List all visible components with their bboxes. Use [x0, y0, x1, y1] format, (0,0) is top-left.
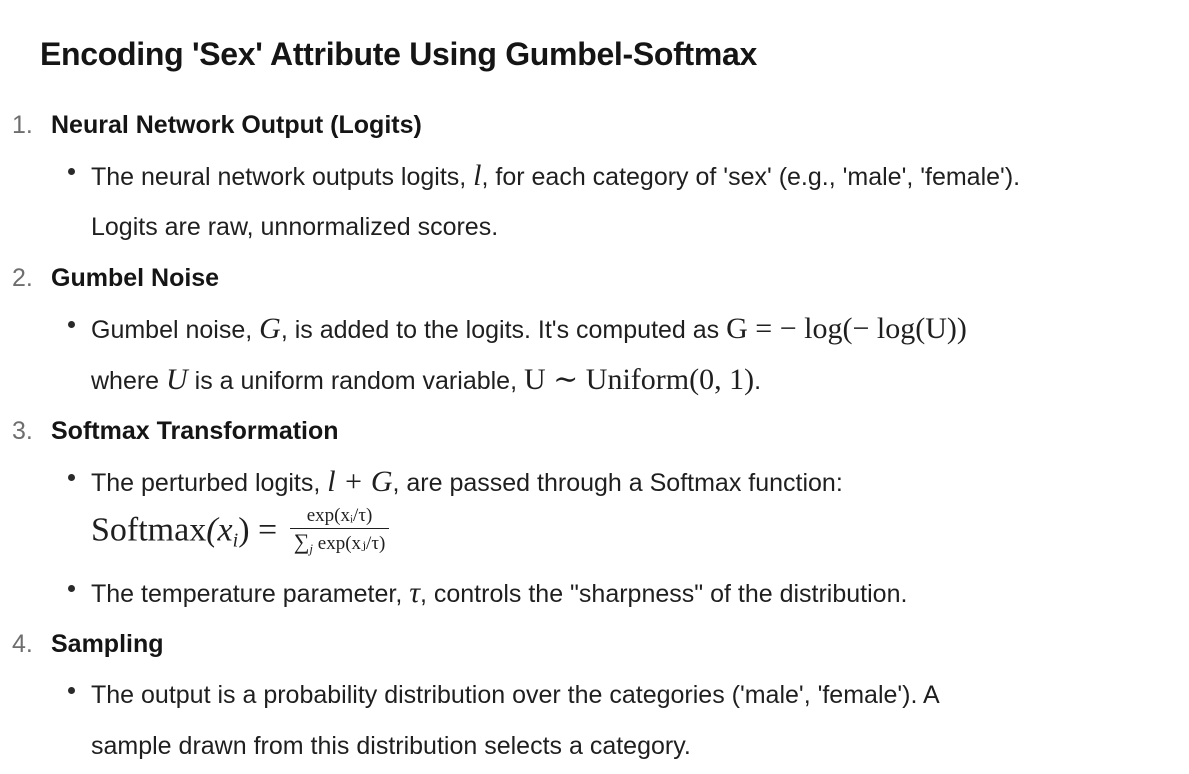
section-2-heading: 2. Gumbel Noise: [12, 264, 219, 293]
section-number: 3.: [12, 417, 33, 445]
math-formula: U ∼ Uniform(0, 1): [523, 363, 755, 396]
bullet-text: Gumbel noise, G, is added to the logits.…: [91, 312, 967, 345]
math-formula: l + G: [327, 465, 393, 498]
section-3-heading: 3. Softmax Transformation: [12, 417, 339, 446]
section-title: Gumbel Noise: [51, 264, 220, 292]
bullet-text: The output is a probability distribution…: [91, 681, 940, 709]
math-formula: G = − log(− log(U)): [726, 312, 967, 345]
bullet-dot-icon: [68, 474, 75, 481]
bullet-dot-icon: [68, 585, 75, 592]
fraction-numerator: exp(xᵢ/τ): [289, 505, 390, 529]
bullet-text: The perturbed logits, l + G, are passed …: [91, 465, 843, 498]
section-number: 1.: [12, 111, 33, 139]
section-title: Sampling: [51, 630, 164, 658]
bullet-dot-icon: [68, 687, 75, 694]
softmax-equation: Softmax(xi) = exp(xᵢ/τ) ∑j exp(xⱼ/τ): [91, 505, 390, 560]
section-4-heading: 4. Sampling: [12, 630, 164, 659]
softmax-fraction: exp(xᵢ/τ) ∑j exp(xⱼ/τ): [289, 505, 390, 560]
section-number: 4.: [12, 630, 33, 658]
bullet-text-continuation: Logits are raw, unnormalized scores.: [91, 213, 499, 241]
section-title: Neural Network Output (Logits): [51, 111, 422, 139]
section-1-heading: 1. Neural Network Output (Logits): [12, 111, 422, 140]
math-symbol: τ: [409, 576, 420, 609]
bullet-dot-icon: [68, 168, 75, 175]
math-symbol: G: [259, 312, 281, 345]
math-symbol: U: [166, 363, 188, 396]
math-symbol: l: [473, 159, 482, 192]
bullet-dot-icon: [68, 321, 75, 328]
fraction-denominator: ∑j exp(xⱼ/τ): [293, 529, 386, 557]
bullet-text: The neural network outputs logits, l, fo…: [91, 159, 1021, 192]
page-title: Encoding 'Sex' Attribute Using Gumbel-So…: [40, 36, 758, 72]
bullet-text-continuation: sample drawn from this distribution sele…: [91, 732, 691, 760]
bullet-text-continuation: where U is a uniform random variable, U …: [91, 363, 762, 396]
section-title: Softmax Transformation: [51, 417, 339, 445]
section-number: 2.: [12, 264, 33, 292]
bullet-text: The temperature parameter, τ, controls t…: [91, 576, 908, 609]
